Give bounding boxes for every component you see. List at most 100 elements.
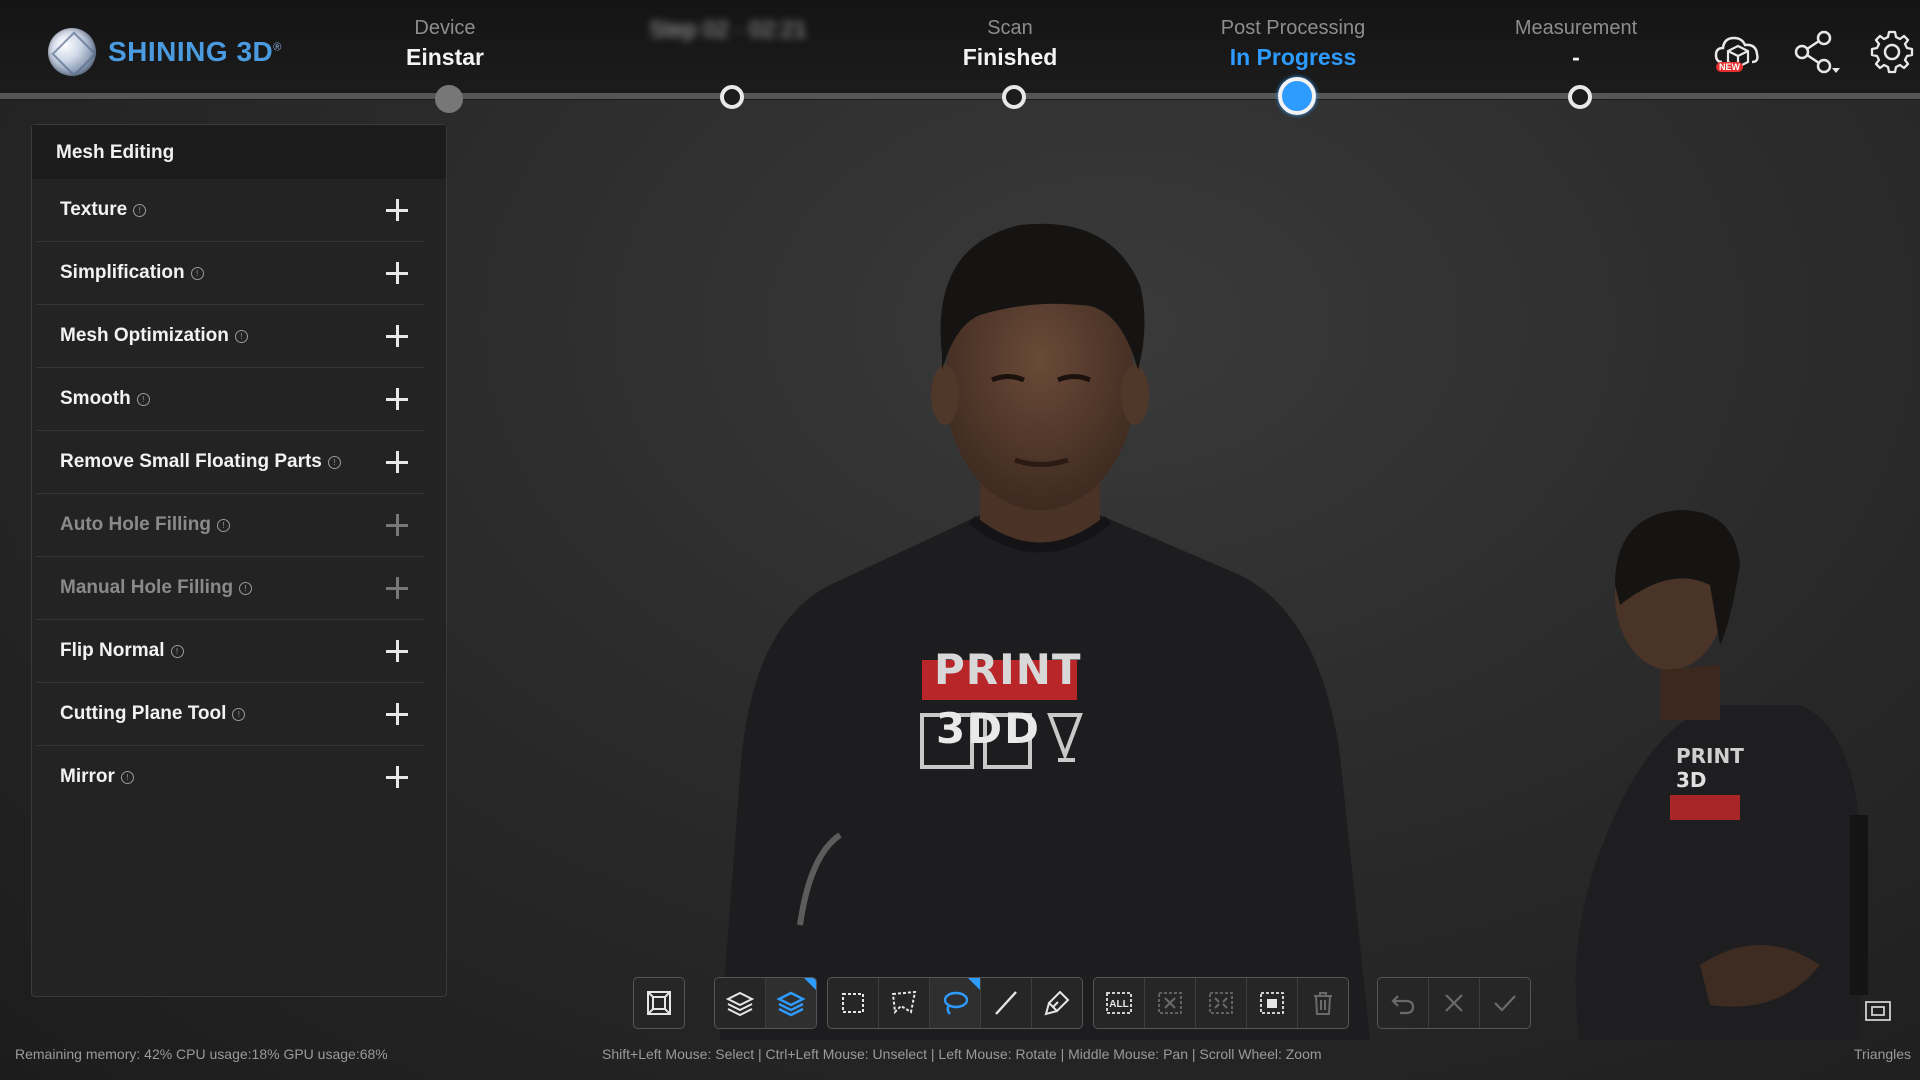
expand-plus-icon[interactable] (384, 260, 410, 286)
tool-mirror[interactable]: Mirror ! (36, 746, 424, 808)
resource-usage-status: Remaining memory: 42% CPU usage:18% GPU … (15, 1046, 388, 1062)
tool-cutting-plane[interactable]: Cutting Plane Tool ! (36, 683, 424, 746)
layer-toolbar (714, 977, 817, 1029)
3d-viewport[interactable]: PRINT 3DD PRINT 3D (460, 100, 1920, 1040)
tool-texture[interactable]: Texture ! (36, 179, 424, 242)
step-device[interactable]: Device Einstar (345, 14, 545, 72)
polygon-select-button[interactable] (879, 978, 930, 1028)
expand-plus-icon (384, 575, 410, 601)
tool-manual-hole-filling: Manual Hole Filling ! (36, 557, 424, 620)
close-icon (1445, 994, 1463, 1012)
info-icon[interactable]: ! (170, 644, 184, 658)
shirt-print-text: 3DD (936, 704, 1041, 753)
info-icon[interactable]: ! (216, 518, 230, 532)
step-dot-device[interactable] (435, 85, 463, 113)
triangle-count-label: Triangles (1854, 1046, 1912, 1062)
expand-plus-icon[interactable] (384, 764, 410, 790)
model-library-button[interactable]: NEW (1712, 28, 1764, 76)
tool-flip-normal[interactable]: Flip Normal ! (36, 620, 424, 683)
tool-label: Mirror (60, 766, 115, 787)
clear-selection-button (1145, 978, 1196, 1028)
lasso-select-button[interactable] (930, 978, 981, 1028)
info-icon[interactable]: ! (120, 770, 134, 784)
brush-select-button[interactable] (1032, 978, 1082, 1028)
step-blurred[interactable]: Step 02 · 02:21 (628, 14, 828, 44)
view-toolbar (633, 977, 685, 1029)
history-toolbar (1377, 977, 1531, 1029)
top-right-actions: NEW (1686, 28, 1920, 76)
selection-toolbar (827, 977, 1083, 1029)
panel-title: Mesh Editing (32, 125, 446, 179)
info-icon[interactable]: ! (234, 329, 248, 343)
step-label: Post Processing (1220, 17, 1366, 39)
undo-button (1378, 978, 1429, 1028)
undo-icon (1391, 995, 1415, 1015)
step-value: Einstar (406, 44, 484, 70)
layers-through-select-button[interactable] (766, 978, 816, 1028)
select-connected-icon (1260, 992, 1284, 1014)
step-measurement[interactable]: Measurement - (1476, 14, 1676, 72)
tool-label: Texture (60, 199, 128, 220)
layers-icon (725, 991, 755, 1017)
select-all-icon: ALL (1106, 992, 1132, 1014)
fit-view-button[interactable] (1864, 1000, 1892, 1022)
dropdown-corner-indicator (968, 978, 980, 990)
brand-logo: SHINING 3D® (48, 28, 282, 76)
lasso-icon (943, 991, 969, 1015)
step-post-processing[interactable]: Post Processing In Progress (1193, 14, 1393, 72)
top-bar: SHINING 3D® Device Einstar Step 02 · 02:… (0, 0, 1920, 115)
expand-plus-icon[interactable] (384, 197, 410, 223)
step-value: In Progress (1229, 44, 1357, 70)
trash-icon (1314, 992, 1332, 1015)
info-icon[interactable]: ! (136, 392, 150, 406)
cancel-button (1429, 978, 1480, 1028)
settings-button[interactable] (1868, 28, 1920, 76)
expand-plus-icon[interactable] (384, 449, 410, 475)
expand-plus-icon[interactable] (384, 701, 410, 727)
tool-remove-small-floating-parts[interactable]: Remove Small Floating Parts ! (36, 431, 424, 494)
share-button[interactable] (1790, 28, 1842, 76)
line-select-button[interactable] (981, 978, 1032, 1028)
new-badge: NEW (1716, 62, 1743, 72)
info-icon[interactable]: ! (133, 203, 147, 217)
expand-plus-icon[interactable] (384, 386, 410, 412)
view-mode-button[interactable] (634, 978, 684, 1028)
select-connected-button[interactable] (1247, 978, 1298, 1028)
step-scan[interactable]: Scan Finished (910, 14, 1110, 72)
info-icon[interactable]: ! (239, 581, 253, 595)
info-icon[interactable]: ! (327, 455, 341, 469)
step-value: Finished (962, 44, 1058, 70)
expand-plus-icon[interactable] (384, 638, 410, 664)
selection-ops-toolbar: ALL (1093, 977, 1349, 1029)
expand-plus-icon (384, 512, 410, 538)
rectangle-select-icon (842, 993, 864, 1013)
info-icon[interactable]: ! (190, 266, 204, 280)
gear-icon (1870, 30, 1914, 74)
layers-button[interactable] (715, 978, 766, 1028)
tool-label: Auto Hole Filling (60, 514, 211, 535)
tool-auto-hole-filling: Auto Hole Filling ! (36, 494, 424, 557)
select-all-button[interactable]: ALL (1094, 978, 1145, 1028)
step-label: Measurement (1514, 17, 1638, 39)
tool-label: Remove Small Floating Parts (60, 451, 322, 472)
info-icon[interactable]: ! (232, 707, 246, 721)
tool-label: Mesh Optimization (60, 325, 229, 346)
brand-name: SHINING 3D (108, 36, 274, 67)
logo-icon (48, 28, 96, 76)
select-all-label: ALL (1109, 999, 1128, 1010)
rectangle-select-button[interactable] (828, 978, 879, 1028)
tool-label: Manual Hole Filling (60, 577, 234, 598)
line-icon (995, 991, 1017, 1015)
tool-smooth[interactable]: Smooth ! (36, 368, 424, 431)
side-shirt-print-text: PRINT (1676, 744, 1744, 768)
tool-mesh-optimization[interactable]: Mesh Optimization ! (36, 305, 424, 368)
tool-label: Flip Normal (60, 640, 165, 661)
step-value: - (1572, 44, 1580, 70)
apply-button (1480, 978, 1530, 1028)
clear-selection-icon (1158, 992, 1182, 1014)
mouse-hint-status: Shift+Left Mouse: Select | Ctrl+Left Mou… (602, 1046, 1322, 1062)
workflow-progress-rail (0, 93, 1920, 99)
step-label: Scan (987, 17, 1033, 39)
tool-simplification[interactable]: Simplification ! (36, 242, 424, 305)
expand-plus-icon[interactable] (384, 323, 410, 349)
